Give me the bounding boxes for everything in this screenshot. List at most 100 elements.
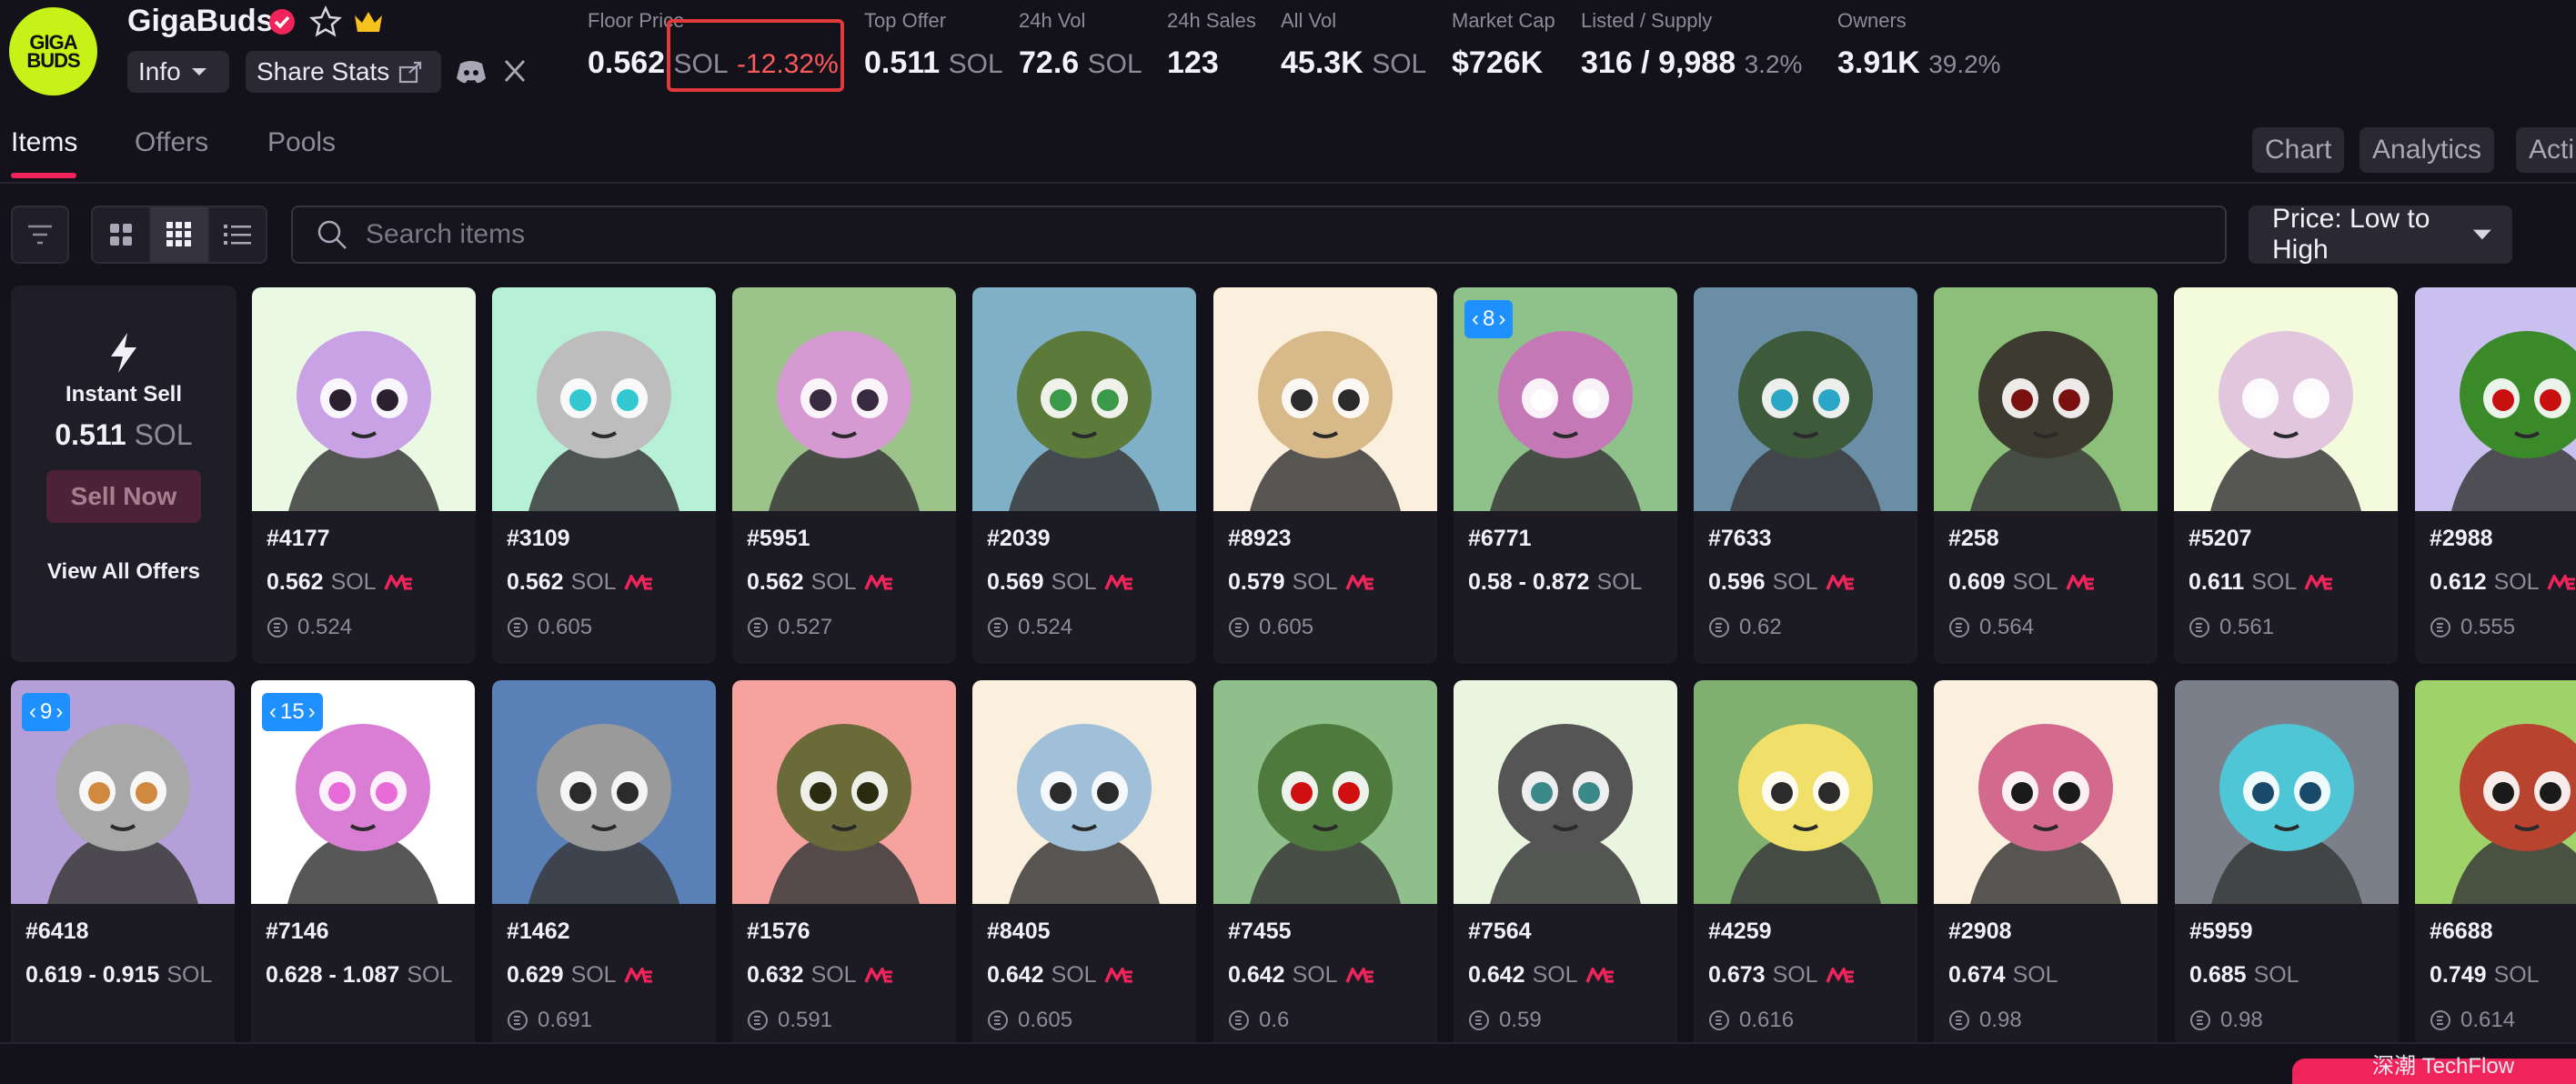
nft-image[interactable] [492, 680, 716, 904]
share-stats-button[interactable]: Share Stats [246, 51, 441, 93]
last-sale: 0.591 [747, 1008, 832, 1033]
view-all-offers-link[interactable]: View All Offers [47, 559, 200, 585]
last-sale-icon [2189, 617, 2209, 637]
last-sale-icon [2430, 617, 2450, 637]
price-unit: SOL [810, 569, 857, 595]
tab-analytics[interactable]: Analytics [2360, 127, 2495, 173]
last-sale-value: 0.691 [538, 1008, 593, 1032]
nft-card[interactable]: #3109 0.562 SOL 0.605 [492, 287, 716, 664]
verified-icon [269, 9, 295, 35]
search-input[interactable] [366, 219, 2094, 250]
x-twitter-icon[interactable] [503, 58, 527, 84]
nft-card[interactable]: #1462 0.629 SOL 0.691 [492, 680, 716, 1057]
nft-image[interactable] [492, 287, 716, 511]
variant-count-badge[interactable]: ‹ 15 › [262, 693, 323, 731]
stat-label: Floor Price [588, 9, 685, 32]
nft-id: #4259 [1708, 918, 1772, 944]
star-icon[interactable] [309, 5, 342, 38]
nft-card[interactable]: #2039 0.569 SOL 0.524 [972, 287, 1196, 664]
last-sale: 0.555 [2430, 615, 2515, 640]
nft-card[interactable]: #8923 0.579 SOL 0.605 [1213, 287, 1437, 664]
grid-small-view-button[interactable] [149, 206, 209, 264]
nft-image[interactable] [1213, 287, 1437, 511]
price-unit: SOL [2493, 962, 2540, 988]
last-sale: 0.524 [987, 615, 1072, 640]
nft-image[interactable] [972, 680, 1196, 904]
nft-image[interactable] [972, 287, 1196, 511]
instant-sell-price-row: 0.511 SOL [55, 418, 192, 452]
nft-card[interactable]: #4177 0.562 SOL 0.524 [252, 287, 476, 664]
nft-card[interactable]: ‹ 8 › #6771 0.58 - 0.872 SOL [1454, 287, 1677, 664]
nft-image[interactable] [1934, 287, 2158, 511]
search-icon [317, 220, 347, 249]
stat-value: 3.91K [1837, 45, 1920, 80]
tab-offers[interactable]: Offers [135, 127, 208, 158]
nft-image[interactable] [1454, 680, 1677, 904]
magic-eden-icon [1103, 574, 1132, 590]
tab-chart[interactable]: Chart [2252, 127, 2345, 173]
watermark: 深潮 TechFlow [2372, 1054, 2515, 1079]
nft-image[interactable] [1694, 287, 1917, 511]
last-sale: 0.616 [1708, 1008, 1794, 1033]
last-sale: 0.605 [507, 615, 592, 640]
price-value: 0.749 [2430, 962, 2487, 988]
last-sale-value: 0.605 [1018, 1008, 1073, 1032]
variant-count-badge[interactable]: ‹ 9 › [22, 693, 71, 731]
magic-eden-icon [863, 967, 892, 983]
list-view-button[interactable] [207, 206, 267, 264]
nft-image[interactable] [252, 287, 476, 511]
nft-card[interactable]: #5207 0.611 SOL 0.561 [2174, 287, 2398, 664]
collection-logo[interactable]: GIGA BUDS [9, 7, 97, 95]
nft-id: #3109 [507, 526, 570, 551]
nft-image[interactable]: ‹ 15 › [251, 680, 475, 904]
nft-price: 0.579 SOL [1228, 569, 1374, 596]
tab-activity[interactable]: Acti [2516, 127, 2576, 173]
nft-card[interactable]: #7455 0.642 SOL 0.6 [1213, 680, 1437, 1057]
nft-image[interactable] [732, 680, 956, 904]
nft-card[interactable]: #2988 0.612 SOL 0.555 [2415, 287, 2576, 664]
nft-card[interactable]: #5959 0.685 SOL 0.98 [2175, 680, 2399, 1057]
nft-image[interactable] [1213, 680, 1437, 904]
filter-button[interactable] [11, 206, 69, 264]
info-dropdown[interactable]: Info [127, 51, 229, 93]
nft-image[interactable]: ‹ 8 › [1454, 287, 1677, 511]
sell-now-button[interactable]: Sell Now [46, 470, 201, 523]
nft-image[interactable] [2174, 287, 2398, 511]
grid-large-view-button[interactable] [91, 206, 151, 264]
nft-image[interactable] [1934, 680, 2158, 904]
stat-label: Listed / Supply [1581, 9, 1713, 32]
sort-dropdown[interactable]: Price: Low to High [2249, 204, 2512, 265]
nft-image[interactable] [2415, 287, 2576, 511]
nft-card[interactable]: #4259 0.673 SOL 0.616 [1694, 680, 1917, 1057]
stat-pct: 3.2% [1744, 50, 1803, 78]
nft-image[interactable] [732, 287, 956, 511]
last-sale: 0.605 [987, 1008, 1072, 1033]
stat-value: 72.6 [1019, 45, 1080, 80]
nft-image[interactable]: ‹ 9 › [11, 680, 235, 904]
nft-image[interactable] [2415, 680, 2576, 904]
nft-id: #258 [1948, 526, 1999, 551]
last-sale: 0.564 [1948, 615, 2034, 640]
nft-card[interactable]: #8405 0.642 SOL 0.605 [972, 680, 1196, 1057]
nft-card[interactable]: #7564 0.642 SOL 0.59 [1454, 680, 1677, 1057]
tab-pools[interactable]: Pools [267, 127, 336, 158]
nft-price: 0.58 - 0.872 SOL [1468, 569, 1642, 596]
nft-card[interactable]: ‹ 15 › #7146 0.628 - 1.087 SOL [251, 680, 475, 1057]
nft-card[interactable]: #5951 0.562 SOL 0.527 [732, 287, 956, 664]
variant-count-badge[interactable]: ‹ 8 › [1464, 300, 1514, 338]
discord-icon[interactable] [455, 58, 488, 85]
nft-card[interactable]: #258 0.609 SOL 0.564 [1934, 287, 2158, 664]
active-tab-indicator [11, 173, 76, 178]
nft-card[interactable]: #1576 0.632 SOL 0.591 [732, 680, 956, 1057]
nft-id: #7564 [1468, 918, 1532, 944]
nft-card[interactable]: #6688 0.749 SOL 0.614 [2415, 680, 2576, 1057]
nft-image[interactable] [1694, 680, 1917, 904]
tab-items[interactable]: Items [11, 127, 77, 158]
price-unit: SOL [2253, 962, 2299, 988]
price-unit: SOL [810, 962, 857, 988]
nft-card[interactable]: ‹ 9 › #6418 0.619 - 0.915 SOL [11, 680, 235, 1057]
nft-image[interactable] [2175, 680, 2399, 904]
nft-card[interactable]: #2908 0.674 SOL 0.98 [1934, 680, 2158, 1057]
nft-card[interactable]: #7633 0.596 SOL 0.62 [1694, 287, 1917, 664]
stat-24h-vol: 24h Vol 72.6 SOL [1019, 9, 1142, 81]
